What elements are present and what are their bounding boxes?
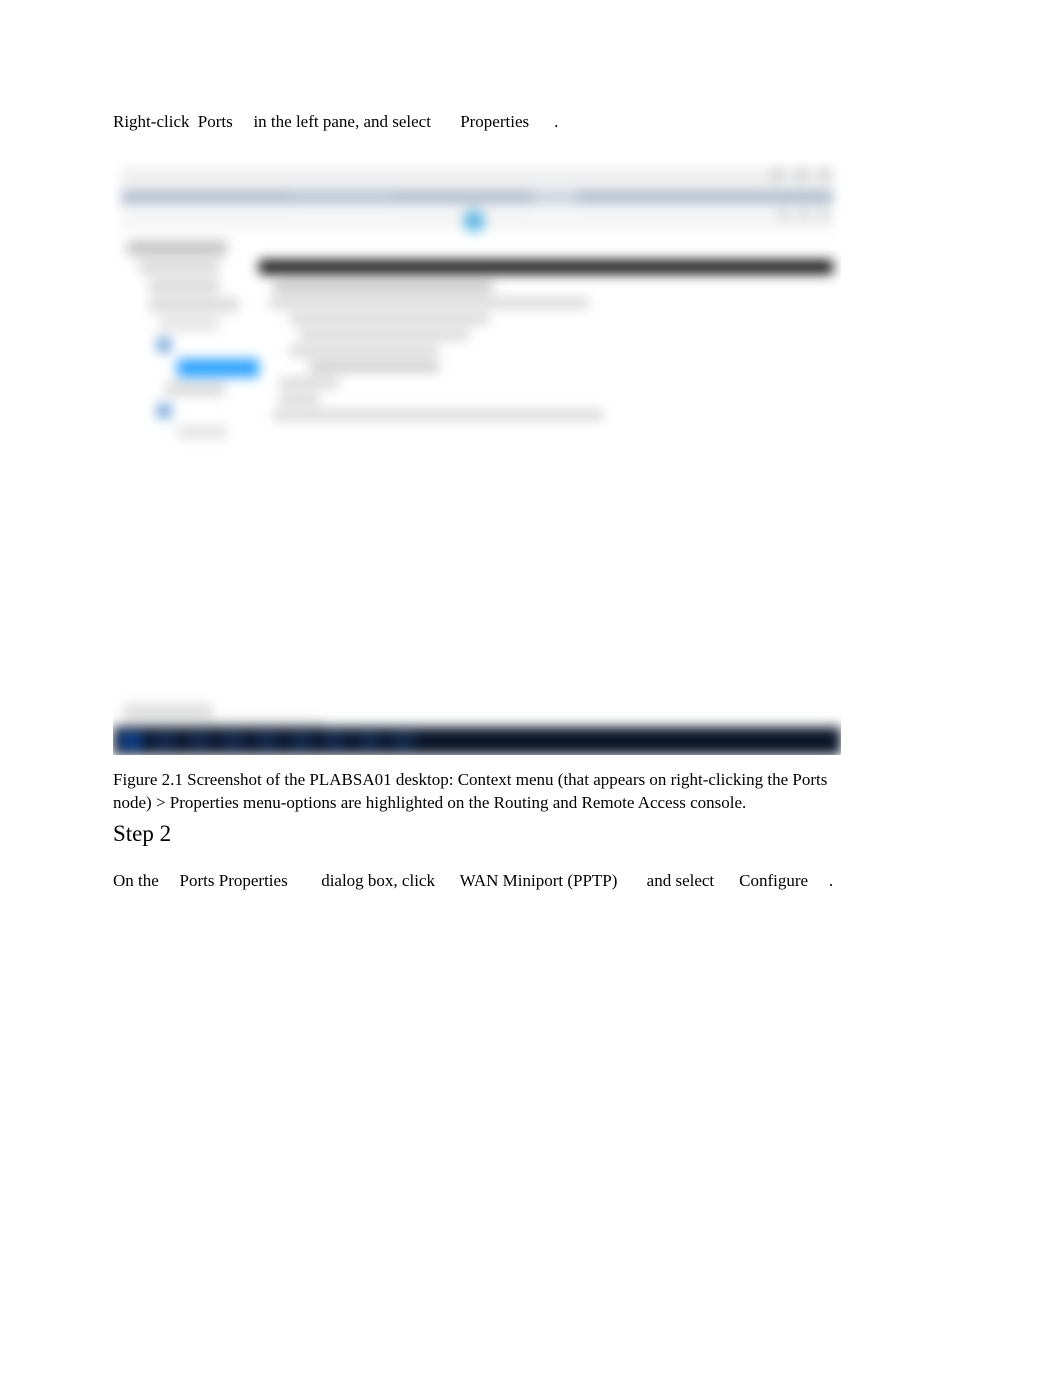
node-icon [157,338,171,352]
taskbar-item [153,732,177,750]
minimize-icon [771,168,783,180]
taskbar-item [323,732,347,750]
label-properties: Properties [460,112,529,131]
taskbar-item [289,732,313,750]
close-icon [819,168,831,180]
instruction-step2: On the Ports Properties dialog box, clic… [113,869,949,893]
label-ports-properties: Ports Properties [180,871,288,890]
text-dot: . [554,112,558,131]
label-wan-miniport: WAN Miniport (PPTP) [460,871,618,890]
text-dialog: dialog box, click [321,871,435,890]
step-heading: Step 2 [113,821,949,847]
taskbar-item [255,732,279,750]
label-ports: Ports [198,112,233,131]
taskbar-item [391,732,415,750]
label-configure: Configure [739,871,808,890]
tree-pane [119,236,259,705]
taskbar-item [187,732,211,750]
maximize-icon [795,168,807,180]
text-onthe: On the [113,871,159,890]
detail-pane [259,276,833,705]
list-header [259,260,833,274]
window-controls [771,168,831,180]
taskbar-item [357,732,381,750]
figure-screenshot [113,160,841,755]
text-dot2: . [829,871,833,890]
text-mid: in the left pane, and select [253,112,430,131]
text-andselect: and select [647,871,715,890]
instruction-step1: Right-click Ports in the left pane, and … [113,110,949,134]
taskbar-item [221,732,245,750]
refresh-icon [463,210,485,232]
taskbar [113,727,841,755]
node-icon [157,404,171,418]
start-button-icon [119,732,143,750]
text-rightclick: Right-click [113,112,189,131]
figure-caption: Figure 2.1 Screenshot of the PLABSA01 de… [113,769,841,815]
